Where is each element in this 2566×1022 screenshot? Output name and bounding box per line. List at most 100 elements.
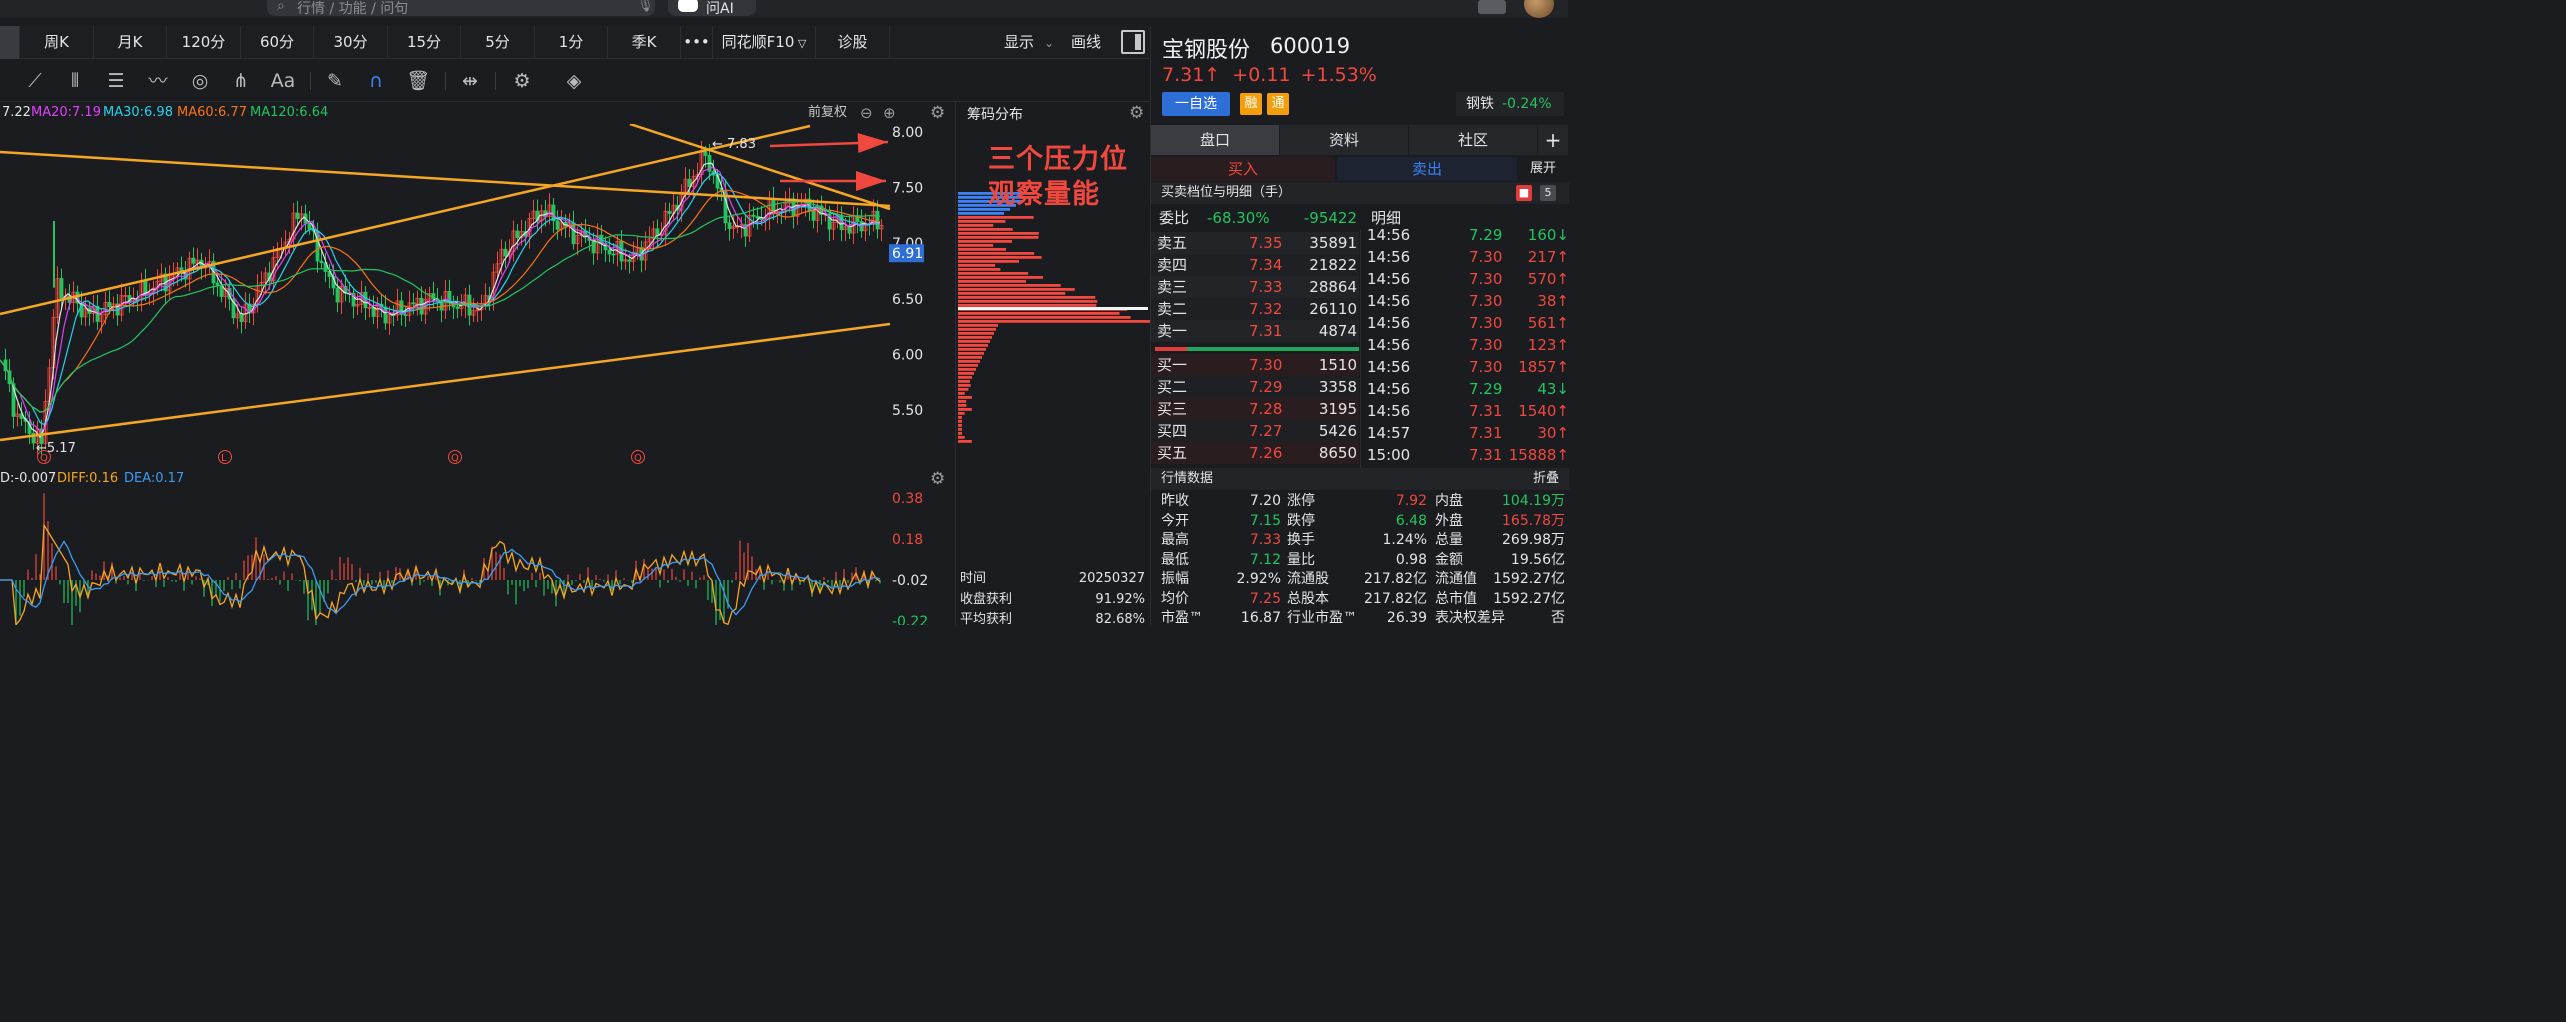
ma120-value: MA120:6.64 bbox=[250, 105, 329, 120]
annotation-arrow-head bbox=[857, 133, 888, 154]
tab-1min[interactable]: 1分 bbox=[535, 26, 608, 59]
tab-60min[interactable]: 60分 bbox=[241, 26, 314, 59]
sell-tab[interactable]: 卖出 bbox=[1337, 157, 1517, 181]
parallel-lines-icon[interactable]: ⦀ bbox=[60, 68, 90, 94]
candle-body bbox=[759, 217, 764, 221]
buy-tab[interactable]: 买入 bbox=[1151, 157, 1335, 181]
quote-row: 今开 7.15 跌停 6.48 外盘 165.78万 bbox=[1151, 512, 1569, 531]
add-tab-button[interactable]: + bbox=[1538, 125, 1569, 155]
trash-icon[interactable]: 🗑 bbox=[403, 68, 433, 94]
tab-community[interactable]: 社区 bbox=[1409, 125, 1538, 155]
chip-bar bbox=[958, 408, 972, 411]
quote-value: 0.98 bbox=[1395, 551, 1427, 568]
quote-label: 涨停 bbox=[1287, 493, 1315, 509]
macd-chart[interactable]: 0.38 0.18 -0.02 -0.22 bbox=[0, 468, 955, 625]
mirror-icon[interactable]: ⇹ bbox=[455, 68, 485, 94]
price-change-pct: +1.53% bbox=[1300, 64, 1377, 86]
bid-level[interactable]: 买一 7.30 1510 bbox=[1151, 354, 1359, 376]
more-tabs-button[interactable]: ••• bbox=[681, 26, 713, 59]
layout-toggle-icon[interactable] bbox=[1121, 30, 1145, 54]
tick-price: 7.30 bbox=[1469, 292, 1503, 310]
candle-body bbox=[555, 220, 560, 230]
weibi-value: -95422 bbox=[1303, 209, 1357, 227]
connect-badge[interactable]: 通 bbox=[1267, 93, 1289, 115]
stock-code: 600019 bbox=[1270, 34, 1351, 58]
text-tool-icon[interactable]: Aa bbox=[268, 68, 298, 94]
chip-stat-label: 收盘获利 bbox=[960, 592, 1013, 607]
tab-pankou[interactable]: 盘口 bbox=[1151, 125, 1280, 155]
tab-season-k[interactable]: 季K bbox=[608, 26, 681, 59]
fibonacci-icon[interactable]: ☰ bbox=[101, 68, 131, 94]
chip-bar bbox=[958, 264, 996, 267]
zoom-out-icon[interactable]: ⊖ bbox=[860, 102, 873, 124]
tab-profile[interactable]: 资料 bbox=[1280, 125, 1409, 155]
bid-level[interactable]: 买三 7.28 3195 bbox=[1151, 398, 1359, 420]
avatar[interactable] bbox=[1524, 0, 1554, 18]
chevron-down-icon: ⌄ bbox=[1044, 36, 1055, 50]
tab-day-k[interactable] bbox=[0, 26, 20, 59]
ask-level[interactable]: 卖一 7.31 4874 bbox=[1151, 320, 1359, 342]
macd-value: D:-0.007 bbox=[0, 471, 57, 486]
display-dropdown[interactable]: 显示 ⌄ bbox=[1004, 26, 1054, 59]
bid-level[interactable]: 买五 7.26 8650 bbox=[1151, 442, 1359, 464]
level2-icon[interactable]: ■ bbox=[1516, 185, 1532, 201]
candle-body bbox=[371, 307, 376, 317]
macd-settings-gear-icon[interactable]: ⚙ bbox=[930, 468, 945, 490]
tab-15min[interactable]: 15分 bbox=[388, 26, 461, 59]
tab-5min[interactable]: 5分 bbox=[461, 26, 535, 59]
eraser-icon[interactable]: ✎ bbox=[320, 68, 350, 94]
tab-week-k[interactable]: 周K bbox=[20, 26, 94, 59]
industry-tag[interactable]: 钢铁 -0.24% bbox=[1456, 92, 1564, 116]
quote-label: 金额 bbox=[1435, 551, 1463, 568]
add-watchlist-button[interactable]: 一自选 bbox=[1162, 92, 1230, 116]
settings-icon[interactable]: ⚙ bbox=[507, 68, 537, 94]
chip-bar bbox=[958, 260, 1020, 263]
cycle-icon[interactable]: ◎ bbox=[185, 68, 215, 94]
chart-settings-gear-icon[interactable]: ⚙ bbox=[930, 102, 945, 124]
tick-time: 14:56 bbox=[1367, 314, 1411, 332]
kline-chart[interactable]: ← 7.83←5.17Q L Q Q 8.007.507.006.506.005.50… bbox=[0, 124, 955, 468]
fold-button[interactable]: 折叠 bbox=[1533, 468, 1559, 490]
trendline-tool-icon[interactable]: ⟋ bbox=[20, 68, 50, 94]
bid-level[interactable]: 买二 7.29 3358 bbox=[1151, 376, 1359, 398]
ask-level[interactable]: 卖五 7.35 35891 bbox=[1151, 232, 1359, 254]
tab-120min[interactable]: 120分 bbox=[167, 26, 241, 59]
margin-badge[interactable]: 融 bbox=[1240, 93, 1262, 115]
adjust-mode-label[interactable]: 前复权 bbox=[808, 102, 847, 124]
macd-axis: 0.38 0.18 -0.02 -0.22 bbox=[892, 491, 928, 625]
candle-body bbox=[383, 306, 388, 324]
magnet-icon[interactable]: ∩ bbox=[361, 68, 391, 94]
chip-settings-gear-icon[interactable]: ⚙ bbox=[1129, 103, 1144, 123]
quote-title: 行情数据 bbox=[1161, 471, 1214, 486]
chip-bar bbox=[958, 236, 1039, 239]
ask-level[interactable]: 卖四 7.34 21822 bbox=[1151, 254, 1359, 276]
gann-fan-icon[interactable]: ⋔ bbox=[226, 68, 256, 94]
chip-bar bbox=[958, 248, 1007, 251]
tab-month-k[interactable]: 月K bbox=[94, 26, 167, 59]
layers-icon[interactable]: ◈ bbox=[559, 68, 589, 94]
high-label: ← 7.83 bbox=[712, 137, 756, 152]
tab-diagnose[interactable]: 诊股 bbox=[816, 26, 890, 59]
chip-bar bbox=[958, 284, 1061, 287]
search-input[interactable]: ⌕ 行情 / 功能 / 问句 🎙 bbox=[267, 0, 655, 17]
draw-line-button[interactable]: 画线 bbox=[1071, 26, 1101, 59]
tick-row: 14:57 7.31 30↑ bbox=[1365, 422, 1569, 444]
microphone-icon[interactable]: 🎙 bbox=[637, 0, 654, 13]
ask-level[interactable]: 卖二 7.32 26110 bbox=[1151, 298, 1359, 320]
top-bar: ⌕ 行情 / 功能 / 问句 🎙 问AI bbox=[0, 0, 1568, 18]
zoom-in-icon[interactable]: ⊕ bbox=[883, 102, 896, 124]
skin-icon[interactable] bbox=[1478, 0, 1506, 14]
ask-level[interactable]: 卖三 7.33 28864 bbox=[1151, 276, 1359, 298]
bid-level[interactable]: 买四 7.27 5426 bbox=[1151, 420, 1359, 442]
tab-30min[interactable]: 30分 bbox=[314, 26, 388, 59]
ask-ai-button[interactable]: 问AI bbox=[668, 0, 756, 17]
expand-button[interactable]: 展开 bbox=[1517, 157, 1569, 181]
tick-price: 7.29 bbox=[1469, 226, 1503, 244]
candle-body bbox=[411, 302, 416, 305]
candle-body bbox=[591, 240, 596, 254]
wave-icon[interactable]: 〰 bbox=[143, 68, 173, 94]
trendline bbox=[0, 322, 891, 442]
level-count-badge[interactable]: 5 bbox=[1540, 185, 1556, 201]
tab-f10[interactable]: 同花顺F10 ▽ bbox=[713, 26, 816, 59]
chip-bar bbox=[958, 432, 962, 435]
